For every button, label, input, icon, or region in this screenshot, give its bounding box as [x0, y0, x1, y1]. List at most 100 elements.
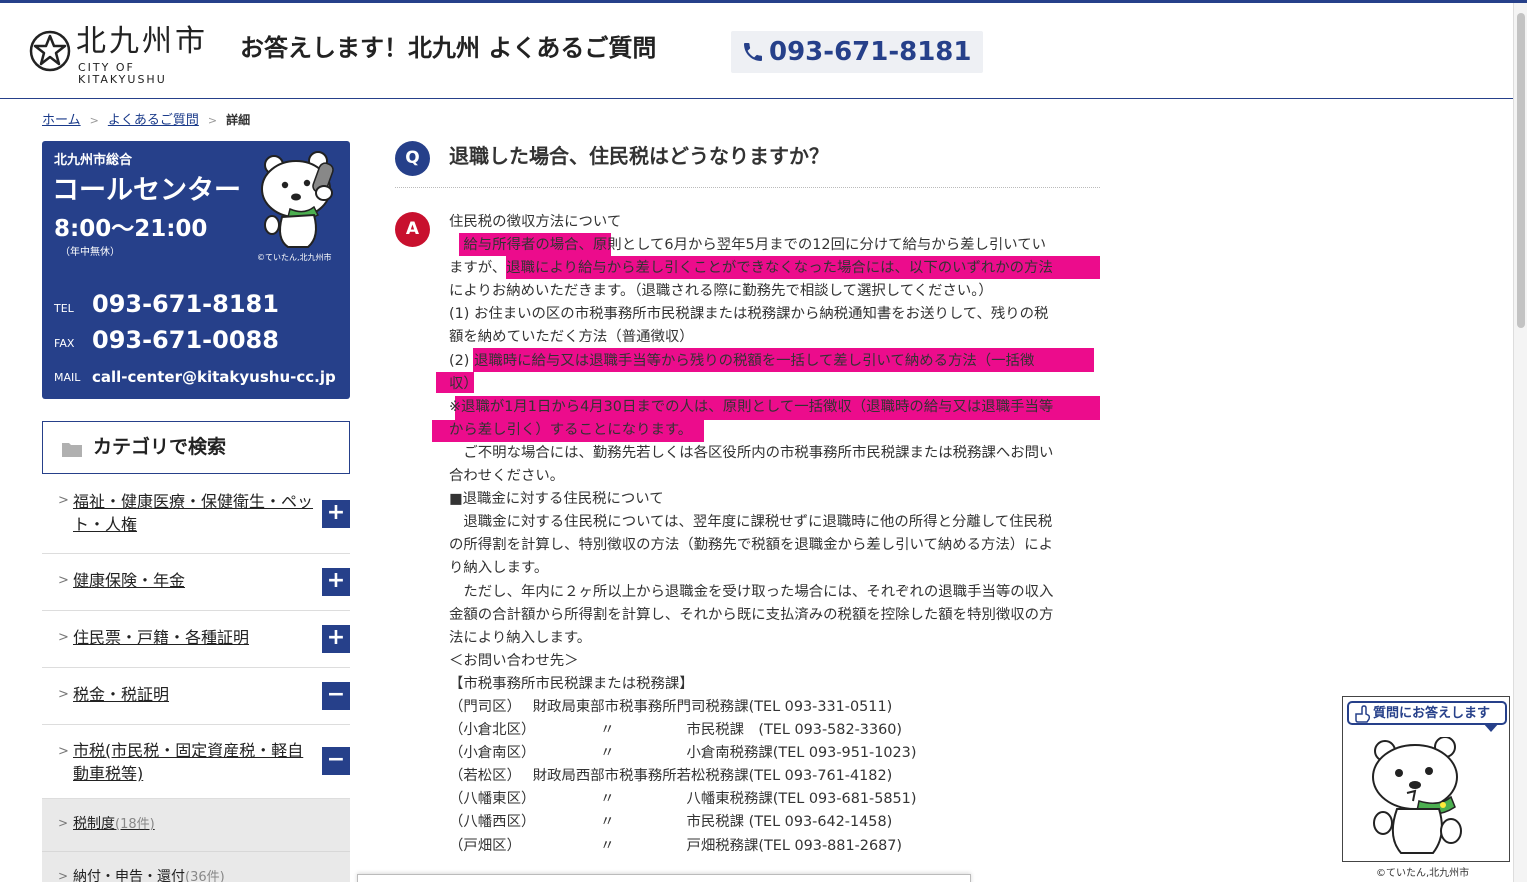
category-label[interactable]: 税金・税証明: [73, 683, 313, 706]
site-title[interactable]: お答えします！北九州 よくあるご質問: [240, 33, 656, 63]
answer-line: （八幡西区） 〃 市民税課 (TEL 093-642-1458): [449, 814, 893, 831]
answer-line: （戸畑区） 〃 戸畑税務課(TEL 093-881-2687): [449, 837, 903, 854]
header-tel-number: 093-671-8181: [769, 37, 972, 67]
answer-line: 収）: [449, 375, 478, 392]
bottom-overlay-panel: [357, 874, 971, 882]
chevron-right-icon: >: [58, 869, 69, 882]
answer-line: 給与所得者の場合、原則として6月から翌年5月までの12回に分けて給与から差し引い…: [449, 237, 1046, 254]
answer-body: 住民税の徴収方法について 給与所得者の場合、原則として6月から翌年5月までの12…: [449, 211, 1099, 858]
call-center-tel[interactable]: 093-671-8181: [92, 289, 279, 319]
answer-line: （門司区） 財政局東部市税事務所門司税務課(TEL 093-331-0511): [449, 698, 893, 715]
call-center-email[interactable]: call-center@kitakyushu-cc.jp: [92, 367, 336, 387]
answer-line: 金額の合計額から所得割を計算し、それから既に支払済みの税額を控除した額を特別徴収…: [449, 606, 1054, 623]
folder-icon: [62, 443, 82, 457]
page-scrollbar[interactable]: [1513, 3, 1527, 882]
phone-icon: [744, 43, 762, 61]
breadcrumb-faq-link[interactable]: よくあるご質問: [108, 113, 199, 128]
chevron-right-icon: >: [58, 744, 69, 759]
header-tel[interactable]: 093-671-8181: [731, 31, 983, 73]
call-center-panel: 北九州市総合 コールセンター 8:00～21:00 （年中無休） ©ていたん,北…: [42, 141, 350, 399]
category-label[interactable]: 健康保険・年金: [73, 569, 313, 592]
subcategory-label[interactable]: 納付・申告・還付(36件): [73, 867, 225, 882]
breadcrumb-current: 詳細: [226, 113, 251, 127]
answer-line: ※退職が1月1日から4月30日までの人は、原則として一括徴収（退職時の給与又は退…: [449, 398, 1054, 415]
subcategory-payment[interactable]: > 納付・申告・還付(36件): [42, 852, 350, 882]
mascot-bear-icon: [1372, 737, 1462, 854]
logo-english-text: CITY OF KITAKYUSHU: [78, 61, 167, 86]
answer-line: 法により納入します。: [449, 629, 592, 646]
expand-plus-button[interactable]: +: [322, 500, 350, 528]
category-welfare[interactable]: > 福祉・健康医療・保健衛生・ペット・人権 +: [42, 482, 350, 554]
scrollbar-thumb[interactable]: [1517, 13, 1525, 328]
collapse-minus-button[interactable]: −: [322, 747, 350, 775]
mascot-copyright: ©ていたん,北九州市: [257, 253, 332, 262]
answer-line: から差し引く）することになります。: [449, 421, 693, 438]
answer-line: 退職金に対する住民税については、翌年度に課税せずに退職時に他の所得と分離して住民…: [449, 514, 1053, 531]
answer-line: ＜お問い合わせ先＞: [449, 652, 579, 669]
answer-line: （八幡東区） 〃 八幡東税務課(TEL 093-681-5851): [449, 791, 917, 808]
answer-line: （若松区） 財政局西部市税事務所若松税務課(TEL 093-761-4182): [449, 768, 893, 785]
question-title: 退職した場合、住民税はどうなりますか？: [449, 144, 829, 168]
answer-line: 【市税事務所市民税課または税務課】: [449, 675, 694, 692]
category-health-insurance[interactable]: > 健康保険・年金 +: [42, 554, 350, 611]
bubble-tail: [1483, 723, 1499, 732]
site-header: 北九州市 CITY OF KITAKYUSHU お答えします！北九州 よくあるご…: [0, 3, 1527, 99]
answer-line: の所得割を計算し、特別徴収の方法（勤務先で税額を退職金から差し引いて納める方法）…: [449, 537, 1053, 554]
tel-label: TEL: [54, 302, 74, 315]
city-emblem-icon: [29, 30, 71, 72]
answer-line: ますが、退職により給与から差し引くことができなくなった場合には、以下のいずれかの…: [449, 260, 1053, 277]
answer-line: 住民税の徴収方法について: [449, 214, 622, 230]
category-search-title: カテゴリで検索: [93, 436, 227, 458]
category-city-tax[interactable]: > 市税(市民税・固定資産税・軽自動車税等) −: [42, 725, 350, 799]
answer-line: （小倉北区） 〃 市民税課 (TEL 093-582-3360): [449, 722, 903, 739]
category-resident-registry[interactable]: > 住民票・戸籍・各種証明 +: [42, 611, 350, 668]
chevron-right-icon: >: [58, 816, 69, 830]
chevron-right-icon: >: [58, 630, 69, 645]
subcategory-count: (36件): [185, 870, 225, 882]
category-label[interactable]: 福祉・健康医療・保健衛生・ペット・人権: [73, 490, 313, 536]
answer-badge: A: [395, 212, 430, 247]
answer-line: ご不明な場合には、勤務先若しくは各区役所内の市税事務所市民税課または税務課へお問…: [449, 444, 1054, 461]
answer-line: ただし、年内に２ヶ所以上から退職金を受け取った場合には、それぞれの退職手当等の収…: [449, 583, 1054, 600]
chatbot-widget[interactable]: 質問にお答えします: [1342, 696, 1510, 862]
breadcrumb-home-link[interactable]: ホーム: [42, 113, 81, 128]
breadcrumb-chevron-icon: >: [89, 114, 99, 127]
category-tax[interactable]: > 税金・税証明 −: [42, 668, 350, 725]
call-center-note: （年中無休）: [60, 247, 120, 258]
chevron-right-icon: >: [58, 573, 69, 588]
answer-line: (2) 退職時に給与又は退職手当等から残りの税額を一括して差し引いて納める方法（…: [449, 352, 1035, 369]
answer-line: り納入します。: [449, 560, 549, 577]
widget-copyright: ©ていたん,北九州市: [1376, 868, 1470, 879]
call-center-fax: 093-671-0088: [92, 326, 279, 354]
answer-line: (1) お住まいの区の市税事務所市民税課または税務課から納税通知書をお送りして、…: [449, 306, 1049, 323]
mail-label: MAIL: [54, 371, 81, 384]
expand-plus-button[interactable]: +: [322, 625, 350, 653]
pointing-hand-icon: [1355, 705, 1371, 723]
answer-line: 合わせください。: [449, 468, 565, 485]
category-label[interactable]: 市税(市民税・固定資産税・軽自動車税等): [73, 739, 313, 785]
expand-plus-button[interactable]: +: [322, 568, 350, 596]
city-logo[interactable]: 北九州市 CITY OF KITAKYUSHU: [28, 24, 228, 86]
fax-label: FAX: [54, 337, 75, 350]
chatbot-bubble[interactable]: 質問にお答えします: [1347, 701, 1507, 725]
category-search-header: カテゴリで検索: [42, 421, 350, 474]
question-divider: [395, 187, 1100, 188]
collapse-minus-button[interactable]: −: [322, 682, 350, 710]
chatbot-bubble-text: 質問にお答えします: [1373, 706, 1491, 721]
logo-japanese-text: 北九州市: [76, 24, 208, 59]
answer-line: 額を納めていただく方法（普通徴収）: [449, 329, 694, 346]
breadcrumb-chevron-icon: >: [207, 114, 218, 127]
answer-line: ■退職金に対する住民税について: [449, 491, 664, 508]
mascot-bear-phone-icon: [261, 151, 334, 248]
chevron-right-icon: >: [58, 493, 69, 508]
subcategory-label[interactable]: 税制度(18件): [73, 814, 155, 835]
call-center-title: コールセンター: [52, 175, 241, 206]
subcategory-tax-system[interactable]: > 税制度(18件): [42, 799, 350, 852]
category-label[interactable]: 住民票・戸籍・各種証明: [73, 626, 313, 649]
question-badge: Q: [395, 141, 430, 176]
call-center-org: 北九州市総合: [54, 153, 133, 168]
call-center-hours: 8:00～21:00: [54, 216, 208, 242]
answer-line: によりお納めいただきます。（退職される際に勤務先で相談して選択してください。）: [449, 283, 993, 300]
answer-line: （小倉南区） 〃 小倉南税務課(TEL 093-951-1023): [449, 745, 917, 762]
chevron-right-icon: >: [58, 687, 69, 702]
